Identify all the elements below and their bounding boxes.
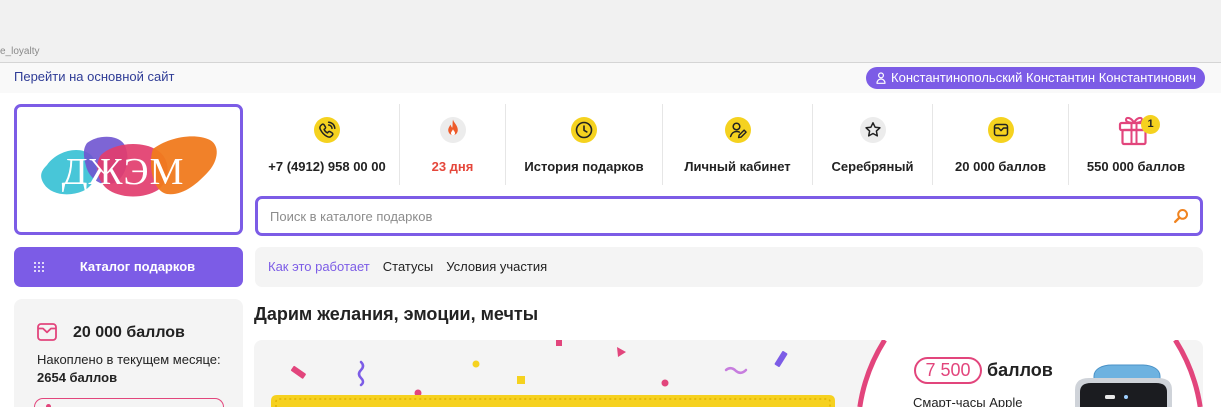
wallet-icon [36, 321, 58, 343]
nav-label-phone: +7 (4912) 958 00 00 [268, 159, 386, 174]
confetti [661, 379, 669, 387]
phone-icon [313, 116, 341, 144]
confetti [774, 351, 788, 367]
confetti [357, 360, 365, 387]
profile-edit-icon [724, 116, 752, 144]
nav-label-streak: 23 дня [431, 159, 474, 174]
user-profile-pill[interactable]: Константинопольский Константин Константи… [866, 67, 1205, 89]
user-icon [876, 72, 886, 84]
jam-logo: ДЖЭМ [41, 136, 217, 197]
nav-label-cart: 550 000 баллов [1086, 159, 1186, 174]
tab-terms[interactable]: Условия участия [446, 259, 547, 275]
nav-label-account: Личный кабинет [684, 159, 791, 174]
nav-item-status[interactable]: Серебряный [812, 104, 932, 185]
nav-item-cart[interactable]: 1 550 000 баллов [1068, 104, 1203, 185]
address-bar-text[interactable]: e_loyalty [0, 46, 39, 58]
star-icon [859, 116, 887, 144]
accrued-label: Накоплено в текущем месяце: [37, 352, 221, 367]
promo-banner[interactable]: 7 500 баллов Смарт-часы Apple [254, 340, 1203, 407]
confetti [724, 367, 748, 374]
search-icon[interactable] [1173, 208, 1189, 224]
logo-text: ДЖЭМ [62, 151, 185, 193]
promo-product-name: Смарт-часы Apple [913, 395, 1023, 407]
accrued-value: 2654 баллов [37, 370, 118, 385]
browser-chrome: e_loyalty [0, 0, 1221, 63]
top-bar: Перейти на основной сайт Константинополь… [0, 63, 1221, 93]
confetti [517, 376, 525, 384]
logo-card[interactable]: ДЖЭМ [14, 104, 243, 235]
nav-item-streak[interactable]: 23 дня [399, 104, 505, 185]
clock-icon [570, 116, 598, 144]
promo-price-unit: баллов [987, 360, 1053, 380]
confetti [617, 347, 626, 357]
confetti [556, 340, 562, 346]
nav-item-phone[interactable]: +7 (4912) 958 00 00 [255, 104, 399, 185]
tab-statuses[interactable]: Статусы [383, 259, 433, 275]
promo-banner-art [271, 340, 1203, 407]
balance-points: 20 000 баллов [73, 324, 185, 341]
nav-item-gift-history[interactable]: История подарков [505, 104, 662, 185]
confetti [472, 360, 480, 368]
nav-label-balance: 20 000 баллов [955, 159, 1046, 174]
page-title: Дарим желания, эмоции, мечты [254, 304, 539, 324]
wallet-icon [987, 116, 1015, 144]
nav-label-status: Серебряный [831, 159, 914, 174]
nav-label-gift-history: История подарков [524, 159, 644, 174]
balance-card: 20 000 баллов Накоплено в текущем месяце… [14, 299, 243, 407]
promo-yellow-bar [271, 395, 835, 407]
search-input[interactable] [258, 199, 1200, 233]
promo-price: 7 500 [914, 357, 982, 384]
nav-item-balance[interactable]: 20 000 баллов [932, 104, 1068, 185]
cart-count-badge: 1 [1141, 115, 1160, 134]
nav-item-account[interactable]: Личный кабинет [662, 104, 812, 185]
search-bar [255, 196, 1203, 236]
top-nav: +7 (4912) 958 00 00 23 дня История подар… [255, 104, 1203, 185]
grid-icon [34, 262, 44, 272]
confetti [290, 365, 306, 379]
gift-icon: 1 [1118, 115, 1160, 146]
main-site-link[interactable]: Перейти на основной сайт [14, 69, 174, 85]
info-tabs: Как это работает Статусы Условия участия [255, 247, 1203, 287]
status-progress [34, 398, 224, 407]
tab-how-it-works[interactable]: Как это работает [268, 259, 370, 275]
catalog-button-label: Каталог подарков [79, 259, 196, 274]
flame-icon [439, 116, 467, 144]
user-name: Константинопольский Константин Константи… [891, 70, 1196, 85]
catalog-button[interactable]: Каталог подарков [14, 247, 243, 287]
